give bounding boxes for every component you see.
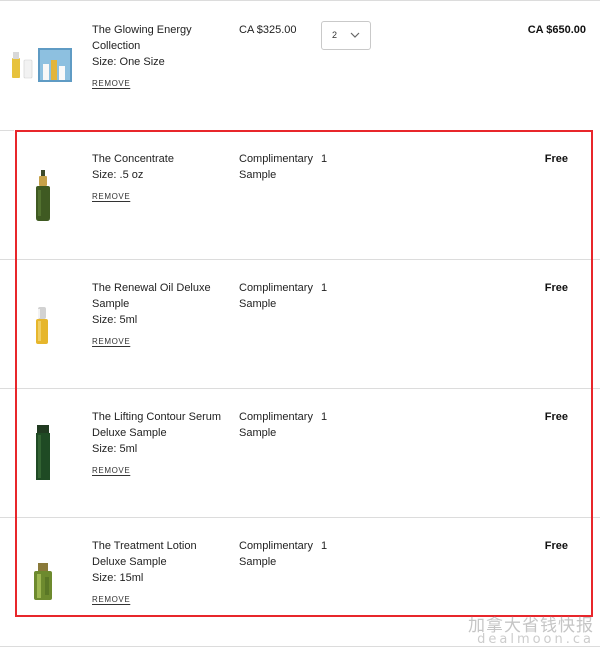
product-size: Size: 5ml	[92, 314, 138, 326]
product-size: Size: .5 oz	[92, 169, 144, 181]
product-size: Size: 5ml	[92, 443, 138, 455]
product-image-glowing-energy	[12, 48, 72, 82]
remove-link[interactable]: REMOVE	[92, 79, 130, 88]
product-image-concentrate	[36, 170, 50, 221]
product-size: Size: One Size	[92, 56, 165, 68]
line-total: Free	[544, 411, 568, 423]
line-total: Free	[544, 540, 568, 552]
line-total: Free	[544, 282, 568, 294]
remove-link[interactable]: REMOVE	[92, 337, 130, 346]
unit-price: Complimentary Sample	[239, 153, 313, 181]
unit-price: Complimentary Sample	[239, 411, 313, 439]
row-divider	[0, 0, 600, 1]
row-divider	[0, 259, 600, 260]
unit-price: Complimentary Sample	[239, 540, 313, 568]
row-divider	[0, 130, 14, 131]
quantity-value: 1	[321, 411, 328, 423]
remove-link[interactable]: REMOVE	[92, 466, 130, 475]
line-total: CA $650.00	[527, 24, 586, 36]
unit-price: Complimentary Sample	[239, 282, 313, 310]
product-name: The Lifting Contour Serum Deluxe Sample	[92, 411, 222, 439]
remove-link[interactable]: REMOVE	[92, 192, 130, 201]
quantity-value: 1	[321, 153, 328, 165]
quantity-value: 1	[321, 540, 328, 552]
line-total: Free	[544, 153, 568, 165]
quantity-value: 2	[332, 30, 338, 40]
chevron-down-icon	[350, 32, 360, 38]
quantity-value: 1	[321, 282, 328, 294]
remove-link[interactable]: REMOVE	[92, 595, 130, 604]
product-name: The Glowing Energy Collection	[92, 24, 192, 52]
product-size: Size: 15ml	[92, 572, 144, 584]
watermark-url: dealmoon.ca	[477, 632, 594, 647]
unit-price: CA $325.00	[239, 24, 297, 36]
row-divider	[0, 388, 600, 389]
product-image-renewal-oil	[36, 307, 48, 344]
product-name: The Concentrate	[92, 153, 174, 165]
product-image-lifting-contour	[36, 425, 50, 480]
product-name: The Renewal Oil Deluxe Sample	[92, 282, 211, 310]
row-divider	[0, 517, 600, 518]
quantity-select[interactable]: 2	[321, 21, 371, 50]
product-name: The Treatment Lotion Deluxe Sample	[92, 540, 197, 568]
product-image-treatment-lotion	[34, 563, 52, 600]
